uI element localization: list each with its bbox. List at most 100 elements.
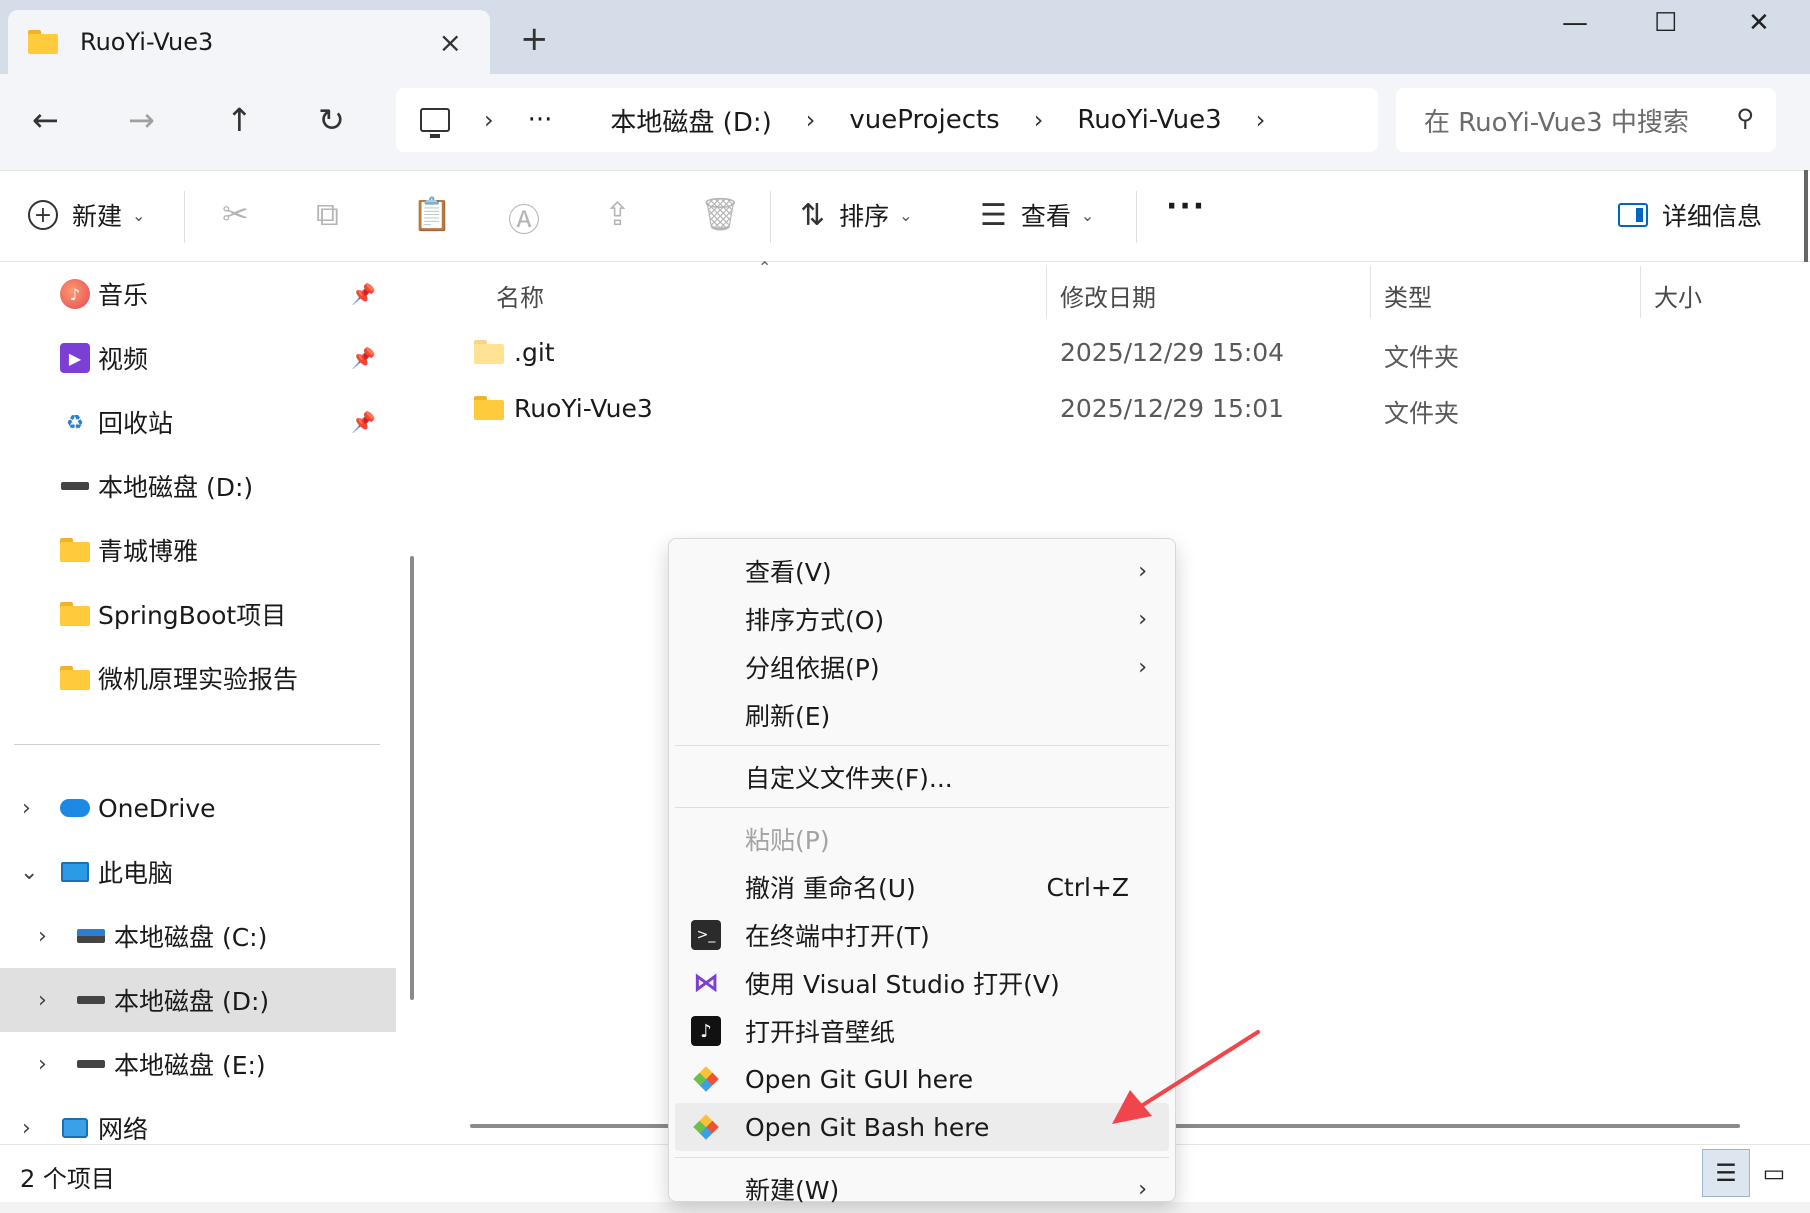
large-icons-view-button[interactable]: ▭ — [1750, 1149, 1798, 1197]
column-divider[interactable] — [1640, 266, 1641, 318]
menu-item-open-in-terminal[interactable]: >_ 在终端中打开(T) — [675, 911, 1169, 959]
menu-item-refresh[interactable]: 刷新(E) — [675, 691, 1169, 739]
chevron-right-icon[interactable]: › — [38, 1052, 47, 1077]
menu-item-sort-by[interactable]: 排序方式(O) › — [675, 595, 1169, 643]
address-bar[interactable]: › ··· 本地磁盘 (D:) › vueProjects › RuoYi-Vu… — [396, 88, 1378, 152]
menu-item-open-with-visual-studio[interactable]: ⋈ 使用 Visual Studio 打开(V) — [675, 959, 1169, 1007]
sidebar-item-drive-d[interactable]: › 本地磁盘 (D:) — [0, 968, 396, 1032]
recycle-bin-icon: ♻ — [66, 410, 84, 434]
chevron-right-icon: › — [1138, 558, 1147, 584]
search-input[interactable]: 在 RuoYi-Vue3 中搜索 ⚲ — [1396, 88, 1776, 152]
menu-item-label: 撤消 重命名(U) — [745, 874, 916, 903]
details-pane-button[interactable]: 详细信息 — [1618, 197, 1762, 233]
cut-icon[interactable]: ✂ — [222, 195, 249, 233]
chevron-right-icon[interactable]: › — [1034, 106, 1044, 134]
sidebar-item-drive-d-quick[interactable]: 本地磁盘 (D:) — [0, 454, 396, 518]
divider — [1136, 191, 1137, 243]
sidebar-item-label: 本地磁盘 (D:) — [114, 987, 270, 1016]
table-row[interactable]: .git 2025/12/29 15:04 文件夹 — [434, 326, 1810, 380]
more-options-button[interactable]: ··· — [1166, 189, 1206, 224]
sidebar-item-this-pc[interactable]: ⌄ 此电脑 — [0, 840, 396, 904]
menu-separator — [675, 1157, 1169, 1158]
sidebar-item-music[interactable]: ♪ 音乐 📌 — [0, 262, 396, 326]
windows-drive-icon — [76, 921, 106, 951]
breadcrumb-ruoyi-vue3[interactable]: RuoYi-Vue3 — [1077, 105, 1221, 135]
folder-icon — [60, 535, 90, 565]
sidebar-item-onedrive[interactable]: › OneDrive — [0, 776, 396, 840]
new-label: 新建 — [72, 202, 123, 231]
menu-item-label: Open Git Bash here — [745, 1112, 990, 1142]
chevron-right-icon[interactable]: › — [38, 924, 47, 949]
maximize-button[interactable]: ☐ — [1654, 8, 1677, 38]
pin-icon[interactable]: 📌 — [351, 282, 376, 306]
chevron-right-icon[interactable]: › — [38, 988, 47, 1013]
menu-item-new[interactable]: 新建(W) › — [675, 1165, 1169, 1213]
menu-item-undo-rename[interactable]: 撤消 重命名(U) Ctrl+Z — [675, 863, 1169, 911]
menu-item-label: 在终端中打开(T) — [745, 922, 930, 951]
close-tab-icon[interactable]: × — [439, 26, 462, 59]
details-view-button[interactable]: ☰ — [1702, 1149, 1750, 1197]
back-button[interactable]: ← — [32, 104, 59, 136]
chevron-right-icon[interactable]: › — [22, 796, 31, 821]
sidebar-divider — [14, 744, 380, 745]
delete-icon[interactable]: 🗑 — [700, 195, 741, 233]
chevron-right-icon[interactable]: › — [1256, 106, 1266, 134]
menu-item-label: 分组依据(P) — [745, 654, 880, 683]
column-header-type[interactable]: 类型 — [1384, 278, 1432, 313]
menu-item-douyin-wallpaper[interactable]: ♪ 打开抖音壁纸 — [675, 1007, 1169, 1055]
column-header-date[interactable]: 修改日期 — [1060, 278, 1156, 313]
rename-icon[interactable]: Ⓐ — [508, 195, 540, 241]
column-header-size[interactable]: 大小 — [1654, 278, 1702, 313]
tab-ruoyi-vue3[interactable]: RuoYi-Vue3 × — [8, 10, 490, 74]
network-icon — [60, 1113, 90, 1143]
share-icon[interactable]: ⇪ — [604, 195, 631, 233]
sort-button[interactable]: ⇅ 排序 ⌄ — [800, 197, 913, 233]
file-date: 2025/12/29 15:04 — [1060, 338, 1285, 367]
forward-button[interactable]: → — [128, 104, 155, 136]
sidebar-item-qingcheng[interactable]: 青城博雅 — [0, 518, 396, 582]
menu-shortcut: Ctrl+Z — [1046, 872, 1129, 902]
chevron-right-icon[interactable]: › — [22, 1116, 31, 1141]
table-row[interactable]: RuoYi-Vue3 2025/12/29 15:01 文件夹 — [434, 382, 1810, 436]
breadcrumb-vueprojects[interactable]: vueProjects — [849, 105, 999, 135]
column-divider[interactable] — [1370, 266, 1371, 318]
pin-icon[interactable]: 📌 — [351, 410, 376, 434]
menu-item-open-git-bash[interactable]: Open Git Bash here — [675, 1103, 1169, 1151]
column-header-name[interactable]: 名称 — [496, 278, 544, 313]
up-button[interactable]: ↑ — [226, 104, 253, 136]
breadcrumb-ellipsis[interactable]: ··· — [528, 105, 553, 135]
column-divider[interactable] — [1046, 266, 1047, 318]
sidebar-item-drive-e[interactable]: › 本地磁盘 (E:) — [0, 1032, 396, 1096]
menu-item-group-by[interactable]: 分组依据(P) › — [675, 643, 1169, 691]
pin-icon[interactable]: 📌 — [351, 346, 376, 370]
large-icons-view-icon: ▭ — [1762, 1159, 1786, 1187]
breadcrumb-drive-d[interactable]: 本地磁盘 (D:) — [610, 102, 771, 139]
chevron-right-icon[interactable]: › — [806, 106, 816, 134]
paste-icon[interactable]: 📋 — [412, 195, 452, 233]
refresh-button[interactable]: ↻ — [318, 104, 345, 136]
menu-item-label: 使用 Visual Studio 打开(V) — [745, 970, 1060, 999]
new-tab-button[interactable]: + — [520, 22, 549, 56]
sidebar-scrollbar[interactable] — [410, 556, 414, 1000]
drive-icon — [76, 985, 106, 1015]
close-window-button[interactable]: ✕ — [1748, 8, 1770, 38]
minimize-button[interactable]: — — [1562, 8, 1588, 38]
menu-item-open-git-gui[interactable]: Open Git GUI here — [675, 1055, 1169, 1103]
sidebar-item-microcomputer[interactable]: 微机原理实验报告 — [0, 646, 396, 710]
menu-item-view[interactable]: 查看(V) › — [675, 547, 1169, 595]
chevron-down-icon[interactable]: ⌄ — [20, 860, 38, 885]
details-view-icon: ☰ — [1715, 1159, 1737, 1187]
annotation-arrow-icon — [1112, 1030, 1260, 1124]
sidebar-item-recycle-bin[interactable]: ♻ 回收站 📌 — [0, 390, 396, 454]
sidebar-item-video[interactable]: ▶ 视频 📌 — [0, 326, 396, 390]
new-button[interactable]: + 新建 ⌄ — [28, 197, 145, 233]
chevron-right-icon: › — [1138, 654, 1147, 680]
view-button[interactable]: ☰ 查看 ⌄ — [980, 197, 1094, 233]
menu-item-customize-folder[interactable]: 自定义文件夹(F)... — [675, 753, 1169, 801]
menu-item-paste[interactable]: 粘贴(P) — [675, 815, 1169, 863]
menu-item-label: 粘贴(P) — [745, 826, 830, 855]
copy-icon[interactable]: ⧉ — [316, 195, 339, 234]
sidebar-item-springboot[interactable]: SpringBoot项目 — [0, 582, 396, 646]
sidebar-item-drive-c[interactable]: › 本地磁盘 (C:) — [0, 904, 396, 968]
chevron-right-icon[interactable]: › — [484, 106, 494, 134]
